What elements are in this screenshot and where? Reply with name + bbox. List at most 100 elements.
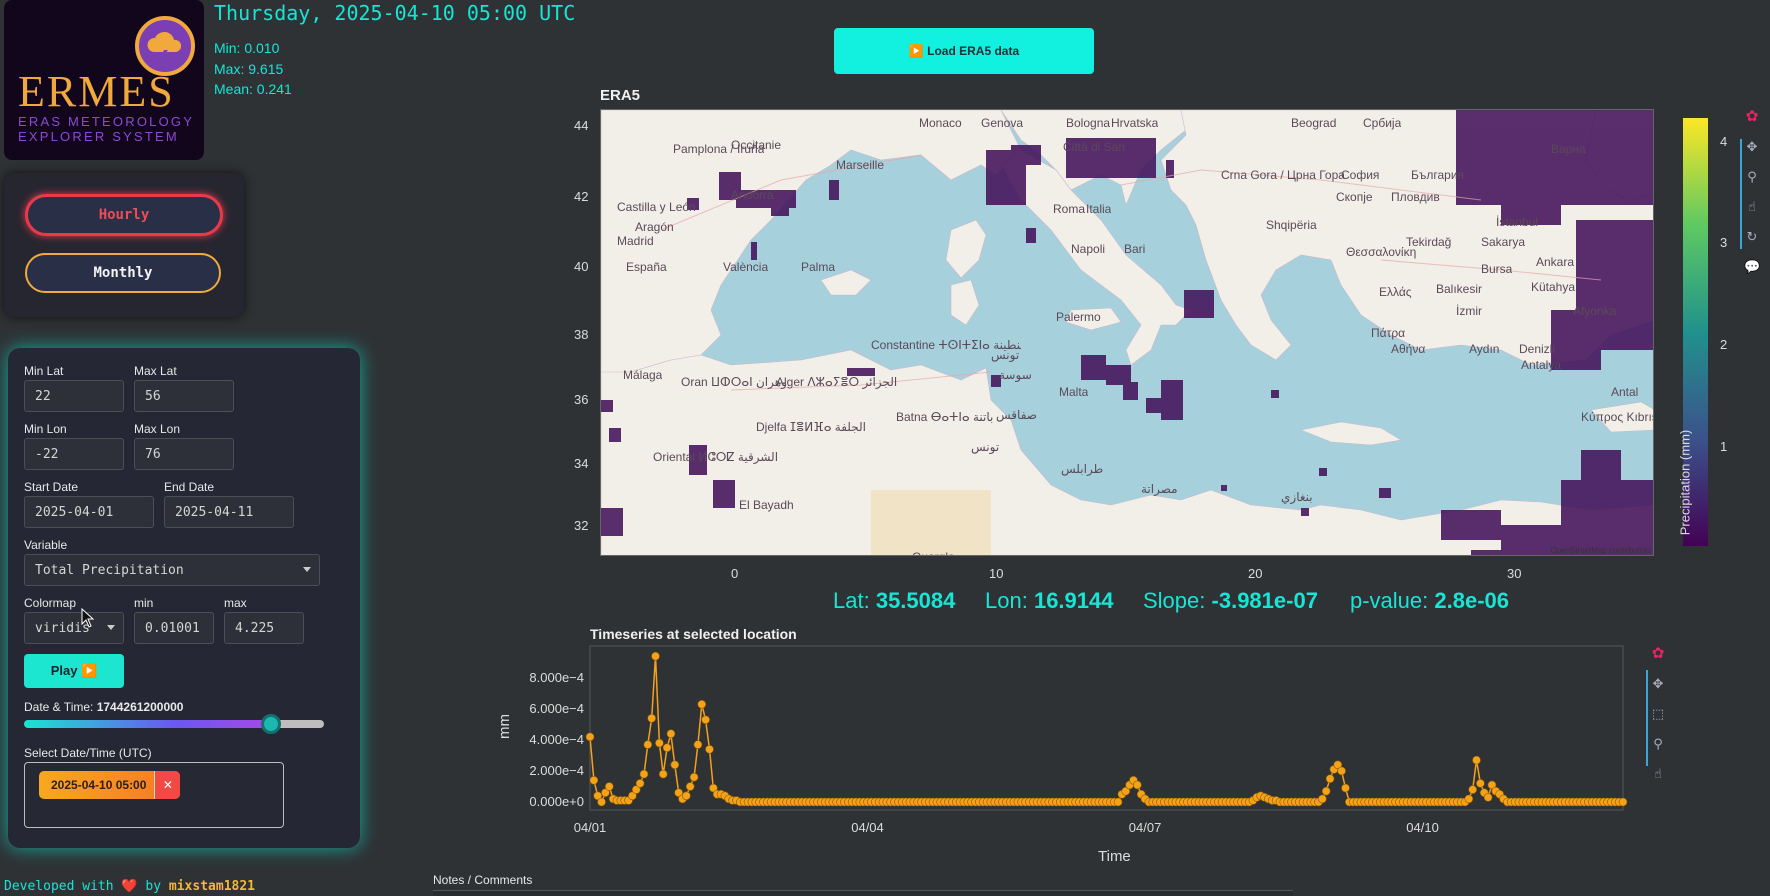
timeseries-point <box>597 797 606 807</box>
map-place-label: İzmir <box>1456 304 1482 318</box>
hover-icon[interactable]: ☝ <box>1650 766 1666 782</box>
chevron-down-icon <box>303 567 311 572</box>
pan-icon[interactable]: ✥ <box>1744 139 1760 155</box>
timeseries-point <box>697 699 707 709</box>
timeseries-point <box>651 651 660 661</box>
toolbar-active-indicator <box>1646 670 1648 766</box>
map-place-label: صفاقس <box>996 408 1037 422</box>
map-place-label: Afyonka <box>1573 304 1617 318</box>
cmax-label: max <box>224 596 247 610</box>
map-place-label: Пловдив <box>1391 190 1440 204</box>
map-ytick: 34 <box>574 456 589 471</box>
map-place-label: تونس <box>991 348 1020 362</box>
timeseries-ytick: 2.000e−4 <box>529 763 584 778</box>
colorbar-label: Precipitation (mm) <box>1677 429 1693 536</box>
map-place-label: Aragón <box>635 220 674 234</box>
map-place-label: Andorra <box>731 188 774 202</box>
max-lat-input[interactable]: 56 <box>134 380 234 412</box>
map-place-label: Bologna <box>1066 116 1111 130</box>
map-basemap: OpenStreetMap contributors <box>601 110 1653 555</box>
min-lon-label: Min Lon <box>24 422 67 436</box>
timeseries-point <box>662 743 672 753</box>
map-place-label: Κύπρος Kıbrıs <box>1581 410 1654 424</box>
timeseries-point <box>682 791 691 801</box>
cmin-input[interactable]: 0.01001 <box>134 612 214 644</box>
timeseries-point <box>643 740 653 749</box>
min-lon-input[interactable]: -22 <box>24 438 124 470</box>
timeseries-line <box>589 656 1623 804</box>
hourly-button[interactable]: Hourly <box>25 194 223 236</box>
map-place-label: طرابلس <box>1061 462 1104 476</box>
heart-icon: ❤️ <box>121 879 138 894</box>
map-place-label: سوسة <box>999 368 1032 382</box>
pan-icon[interactable]: ✥ <box>1650 676 1666 692</box>
select-datetime-label: Select Date/Time (UTC) <box>24 746 152 760</box>
map-xtick: 10 <box>989 566 1004 581</box>
close-icon[interactable]: ✕ <box>154 771 181 799</box>
box-zoom-icon[interactable]: ⬚ <box>1650 706 1666 722</box>
notes-label: Notes / Comments <box>433 873 533 887</box>
end-date-label: End Date <box>164 480 215 494</box>
map-place-label: Србија <box>1363 116 1402 130</box>
wheel-zoom-icon[interactable]: ⚲ <box>1650 736 1666 752</box>
map-place-label: Hrvatska <box>1111 116 1159 130</box>
map-place-label: Shqipëria <box>1266 218 1317 232</box>
bokeh-logo-icon[interactable]: ✿ <box>1744 109 1760 125</box>
timeseries-point <box>1337 766 1346 776</box>
map-place-label: Beograd <box>1291 116 1337 130</box>
max-lon-label: Max Lon <box>134 422 181 436</box>
timeseries-xtick: 04/04 <box>851 820 884 835</box>
variable-select[interactable]: Total Precipitation <box>24 554 320 586</box>
start-date-label: Start Date <box>24 480 79 494</box>
colorbar-tick: 4 <box>1720 134 1728 149</box>
colormap-label: Colormap <box>24 596 77 610</box>
timeseries-ytick: 6.000e−4 <box>529 701 584 716</box>
timeseries-ytick: 8.000e−4 <box>529 670 584 685</box>
notes-textarea[interactable] <box>433 890 1293 896</box>
datetime-slider-handle[interactable] <box>261 714 281 734</box>
cmax-input[interactable]: 4.225 <box>224 612 304 644</box>
map-place-label: Napoli <box>1071 242 1106 256</box>
toolbar-active-indicator <box>1740 139 1742 249</box>
timeseries-point <box>1113 797 1123 807</box>
map-place-label: Città di San <box>1063 140 1126 154</box>
map-place-label: València <box>723 260 769 274</box>
cmin-label: min <box>134 596 154 610</box>
map-place-label: İstanbul <box>1496 215 1539 229</box>
map-place-label: تونس <box>971 440 1000 454</box>
selected-datetime-tag-label: 2025-04-10 05:00 <box>51 778 147 792</box>
current-datetime: Thursday, 2025-04-10 05:00 UTC <box>214 1 576 25</box>
footer-credit: Developed with ❤️ by mixstam1821 <box>4 879 255 894</box>
start-date-input[interactable]: 2025-04-01 <box>24 496 154 528</box>
datetime-multiselect[interactable]: 2025-04-10 05:00 ✕ <box>24 762 284 828</box>
timeseries-point <box>1133 780 1142 790</box>
min-lat-input[interactable]: 22 <box>24 380 124 412</box>
bokeh-logo-icon[interactable]: ✿ <box>1650 646 1666 662</box>
timeseries-chart[interactable]: 8.000e−4 6.000e−4 4.000e−4 2.000e−4 0.000e+0… <box>480 640 1640 850</box>
map-place-label: Alger ⴷⵣⴰⵢⴻⵔ الجزائر <box>776 375 898 389</box>
hover-icon[interactable]: 💬 <box>1744 259 1760 275</box>
selected-datetime-tag[interactable]: 2025-04-10 05:00 ✕ <box>39 771 181 799</box>
max-lon-input[interactable]: 76 <box>134 438 234 470</box>
timeseries-point <box>635 779 645 788</box>
map-place-label: Balıkesir <box>1436 282 1483 296</box>
map-place-label: Aydın <box>1469 342 1500 356</box>
timeseries-point <box>585 732 595 742</box>
play-button[interactable]: Play ▶️ <box>24 654 124 688</box>
map-place-label: Palermo <box>1056 310 1101 324</box>
end-date-input[interactable]: 2025-04-11 <box>164 496 294 528</box>
precipitation-map[interactable]: OpenStreetMap contributors Monaco Genova B… <box>600 109 1654 556</box>
map-place-label: Antalya <box>1521 358 1562 372</box>
colormap-select[interactable]: viridis <box>24 612 124 644</box>
timeseries-point <box>705 744 714 754</box>
map-place-label: Варна <box>1551 142 1586 156</box>
author-name[interactable]: mixstam1821 <box>169 879 255 894</box>
colorbar-tick: 3 <box>1720 235 1728 250</box>
monthly-button[interactable]: Monthly <box>25 253 221 293</box>
tap-icon[interactable]: ☝ <box>1744 199 1760 215</box>
stat-min: Min: 0.010 <box>214 40 280 56</box>
load-era5-button[interactable]: ▶️ Load ERA5 data <box>834 28 1094 74</box>
wheel-zoom-icon[interactable]: ⚲ <box>1744 169 1760 185</box>
reset-icon[interactable]: ↻ <box>1744 229 1760 245</box>
timeseries-point <box>658 769 668 779</box>
